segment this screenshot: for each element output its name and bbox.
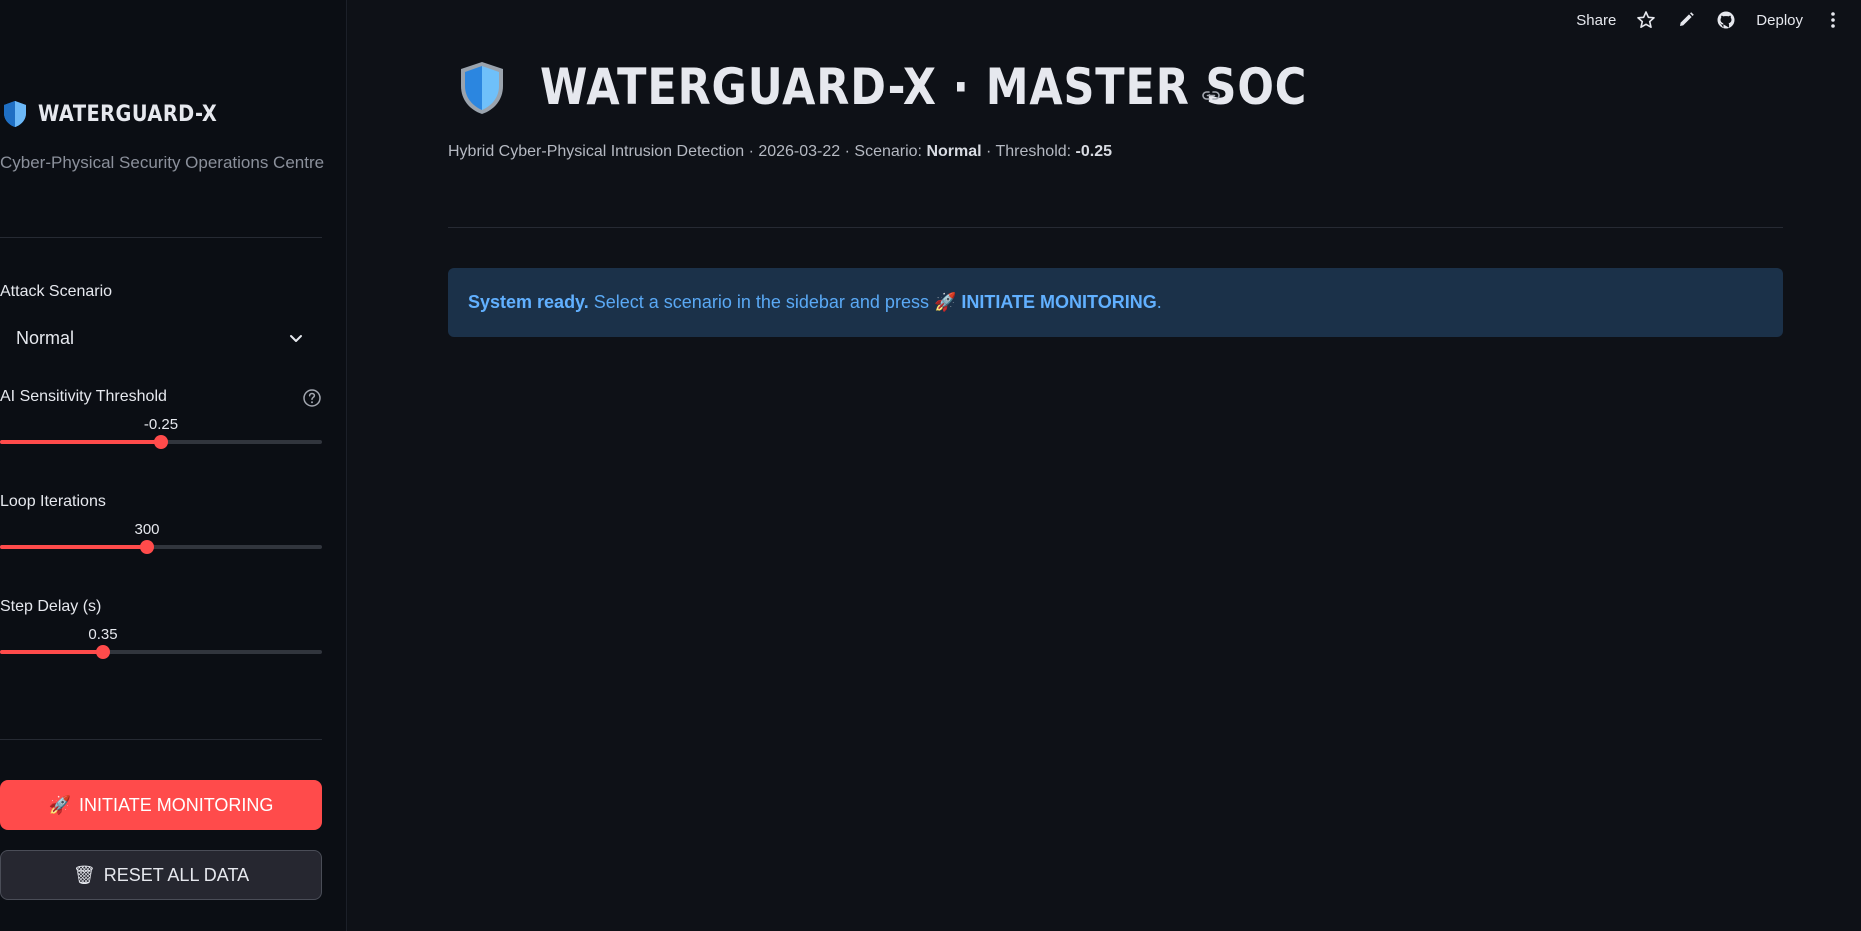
page-caption: Hybrid Cyber-Physical Intrusion Detectio…	[448, 143, 1112, 161]
caption-prefix: Hybrid Cyber-Physical Intrusion Detectio…	[448, 143, 927, 160]
caption-middle: · Threshold:	[981, 143, 1076, 160]
link-icon[interactable]	[1200, 84, 1222, 106]
slider-value: -0.25	[143, 416, 179, 433]
loop-iterations-label: Loop Iterations	[0, 493, 106, 510]
help-icon[interactable]	[302, 388, 322, 408]
edit-button[interactable]	[1676, 10, 1696, 30]
step-delay-label: Step Delay (s)	[0, 598, 102, 615]
github-button[interactable]	[1716, 10, 1736, 30]
slider-fill	[0, 650, 103, 654]
threshold-label: AI Sensitivity Threshold	[0, 388, 167, 405]
top-toolbar: Share Deploy	[1576, 10, 1843, 30]
initiate-monitoring-label: INITIATE MONITORING	[79, 794, 274, 815]
brand-subtitle: Cyber-Physical Security Operations Centr…	[0, 153, 325, 172]
more-vertical-icon	[1831, 12, 1835, 28]
main-divider	[448, 227, 1783, 228]
sidebar-divider	[0, 237, 322, 238]
initiate-monitoring-button[interactable]: 🚀 INITIATE MONITORING	[0, 780, 322, 830]
pencil-icon	[1680, 12, 1695, 26]
github-icon	[1717, 11, 1735, 29]
caption-scenario: Normal	[926, 143, 982, 160]
rocket-icon: 🚀	[48, 794, 72, 815]
attack-scenario-value: Normal	[16, 327, 75, 348]
shield-icon	[4, 101, 26, 127]
alert-strong: System ready.	[468, 292, 589, 312]
slider-thumb[interactable]	[140, 540, 154, 554]
share-button[interactable]: Share	[1576, 12, 1616, 29]
main-menu-button[interactable]	[1823, 10, 1843, 30]
alert-action: INITIATE MONITORING	[961, 292, 1157, 312]
page-title: WATERGUARD-X · MASTER SOC	[540, 58, 1308, 116]
loop-iterations-slider[interactable]: 300	[0, 521, 322, 555]
threshold-slider[interactable]: -0.25	[0, 416, 322, 450]
brand: WATERGUARD-X	[2, 100, 242, 128]
attack-scenario-label: Attack Scenario	[0, 283, 113, 300]
deploy-button[interactable]: Deploy	[1756, 12, 1803, 29]
caption-threshold: -0.25	[1075, 143, 1112, 160]
attack-scenario-select[interactable]: Normal	[0, 318, 322, 358]
brand-title: WATERGUARD-X	[38, 101, 218, 127]
slider-thumb[interactable]	[96, 645, 110, 659]
shield-icon	[461, 62, 503, 114]
chevron-down-icon	[290, 335, 302, 342]
info-alert: System ready. Select a scenario in the s…	[448, 268, 1783, 337]
reset-all-data-label: RESET ALL DATA	[103, 864, 250, 885]
alert-text: Select a scenario in the sidebar and pre…	[588, 292, 962, 312]
trash-icon: 🗑	[72, 864, 96, 885]
main-content: Share Deploy WATERGUARD-X · MASTER SOC H…	[348, 0, 1861, 931]
sidebar-divider	[0, 739, 322, 740]
sidebar: WATERGUARD-X Cyber-Physical Security Ope…	[0, 0, 347, 931]
slider-value: 0.35	[88, 626, 118, 643]
slider-fill	[0, 545, 147, 549]
step-delay-slider[interactable]: 0.35	[0, 626, 322, 660]
alert-suffix: .	[1156, 292, 1162, 312]
slider-fill	[0, 440, 161, 444]
slider-thumb[interactable]	[154, 435, 168, 449]
slider-value: 300	[134, 521, 160, 538]
reset-all-data-button[interactable]: 🗑 RESET ALL DATA	[0, 850, 322, 900]
star-button[interactable]	[1636, 10, 1656, 30]
star-icon	[1637, 11, 1656, 28]
